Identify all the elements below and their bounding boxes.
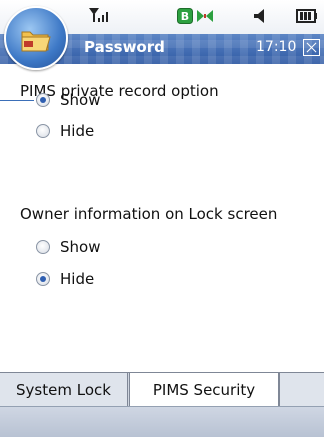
clock: 17:10 [256, 39, 297, 55]
signal-icon [89, 8, 108, 22]
radio-label: Show [60, 238, 101, 256]
radio-label: Hide [60, 270, 95, 288]
radio-button[interactable] [36, 272, 50, 286]
folder-lock-icon [21, 31, 51, 52]
speaker-icon [254, 9, 264, 23]
focus-pointer-line [0, 100, 34, 101]
sync-icon [197, 10, 213, 22]
app-icon [4, 6, 68, 70]
section-label-owner-info: Owner information on Lock screen [20, 205, 278, 223]
battery-icon [296, 9, 317, 23]
radio-button[interactable] [36, 240, 50, 254]
radio-label: Show [60, 91, 101, 109]
radio-label: Hide [60, 122, 95, 140]
page-title: Password [84, 38, 165, 56]
tab-system-lock[interactable]: System Lock [0, 373, 128, 407]
radio-button[interactable] [36, 93, 50, 107]
close-button[interactable] [303, 39, 320, 56]
tab-bar: System Lock PIMS Security [0, 372, 324, 407]
radio-owner-show[interactable]: Show [36, 236, 100, 258]
tab-pims-security[interactable]: PIMS Security [129, 373, 279, 407]
radio-pims-show[interactable]: Show [36, 89, 100, 111]
svg-text:B: B [181, 10, 189, 23]
bottom-bar [0, 406, 324, 437]
bluetooth-icon: B [177, 8, 193, 24]
radio-pims-hide[interactable]: Hide [36, 120, 94, 142]
tab-empty-area [279, 373, 324, 407]
radio-button[interactable] [36, 124, 50, 138]
radio-owner-hide[interactable]: Hide [36, 268, 94, 290]
